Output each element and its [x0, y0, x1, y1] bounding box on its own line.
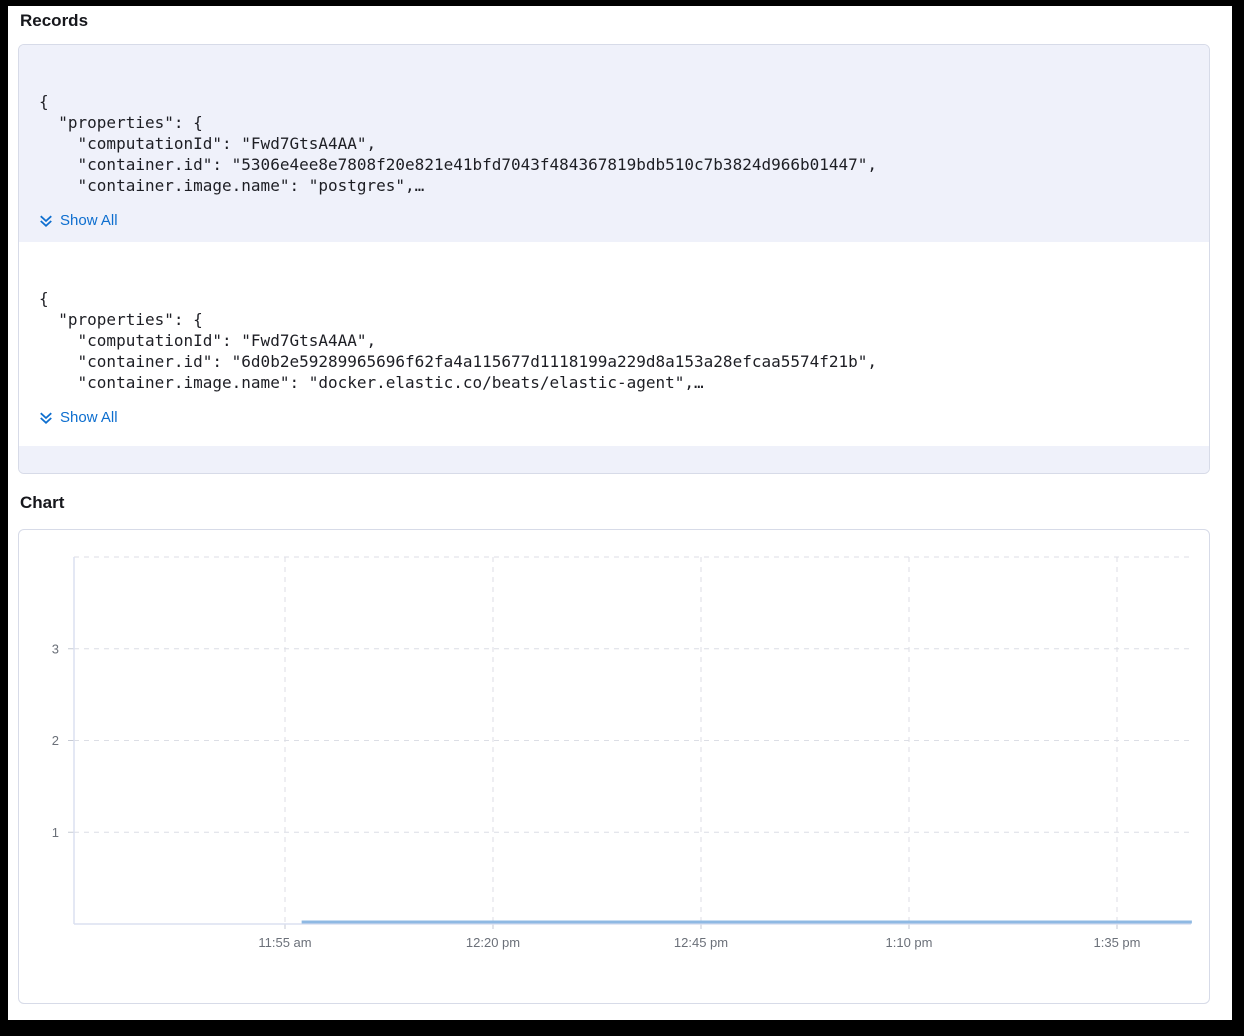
show-all-label: Show All: [60, 210, 118, 231]
chart-panel: 11:55 am 12:20 pm 12:45 pm 1:10 pm 1:35 pm 1 2…: [18, 529, 1210, 1004]
record-item-partial: [19, 446, 1209, 473]
records-heading: Records: [20, 11, 88, 31]
show-all-link[interactable]: Show All: [39, 210, 118, 231]
svg-text:12:45 pm: 12:45 pm: [674, 935, 728, 950]
svg-text:3: 3: [52, 641, 59, 656]
timeseries-chart: 11:55 am 12:20 pm 12:45 pm 1:10 pm 1:35 pm 1 2…: [19, 530, 1209, 1003]
show-all-link[interactable]: Show All: [39, 407, 118, 428]
chart-heading: Chart: [20, 493, 64, 513]
svg-text:1:10 pm: 1:10 pm: [886, 935, 933, 950]
record-json: { "properties": { "computationId": "Fwd7…: [39, 91, 1189, 196]
double-arrow-down-icon: [39, 214, 53, 228]
svg-text:2: 2: [52, 733, 59, 748]
records-panel: { "properties": { "computationId": "Fwd7…: [18, 44, 1210, 474]
svg-text:1: 1: [52, 825, 59, 840]
svg-text:11:55 am: 11:55 am: [258, 935, 311, 950]
record-item-2: { "properties": { "computationId": "Fwd7…: [19, 242, 1209, 446]
double-arrow-down-icon: [39, 411, 53, 425]
record-item-1: { "properties": { "computationId": "Fwd7…: [19, 45, 1209, 242]
svg-text:1:35 pm: 1:35 pm: [1094, 935, 1141, 950]
show-all-label: Show All: [60, 407, 118, 428]
svg-text:12:20 pm: 12:20 pm: [466, 935, 520, 950]
page: Records { "properties": { "computationId…: [8, 6, 1232, 1020]
record-json: { "properties": { "computationId": "Fwd7…: [39, 288, 1189, 393]
